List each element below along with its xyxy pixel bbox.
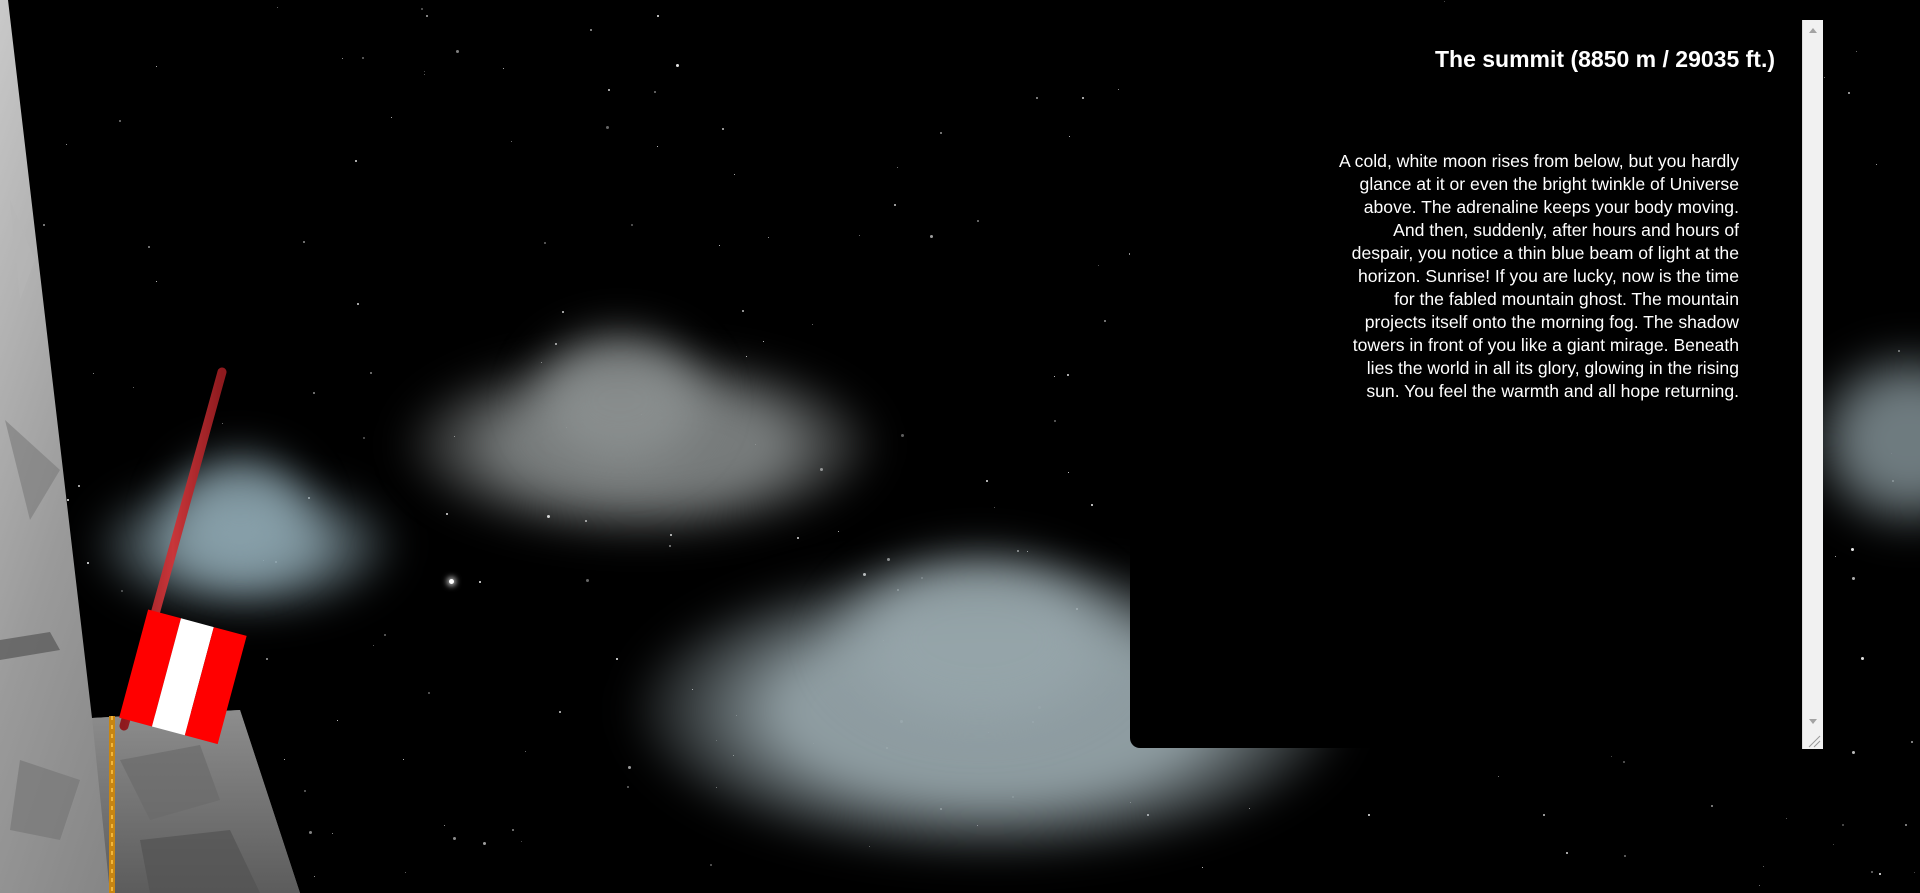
resize-grip-icon[interactable] xyxy=(1806,733,1821,748)
panel-scrollbar[interactable] xyxy=(1802,20,1823,749)
scroll-down-icon[interactable] xyxy=(1803,713,1823,729)
panel-title: The summit (8850 m / 29035 ft.) xyxy=(1434,46,1775,72)
summit-info-panel[interactable]: The summit (8850 m / 29035 ft.) A cold, … xyxy=(1130,20,1802,748)
rock-face xyxy=(0,0,300,893)
summit-scene: The summit (8850 m / 29035 ft.) A cold, … xyxy=(0,0,1920,893)
panel-body-text: A cold, white moon rises from below, but… xyxy=(1339,151,1739,401)
scroll-up-icon[interactable] xyxy=(1803,22,1823,38)
